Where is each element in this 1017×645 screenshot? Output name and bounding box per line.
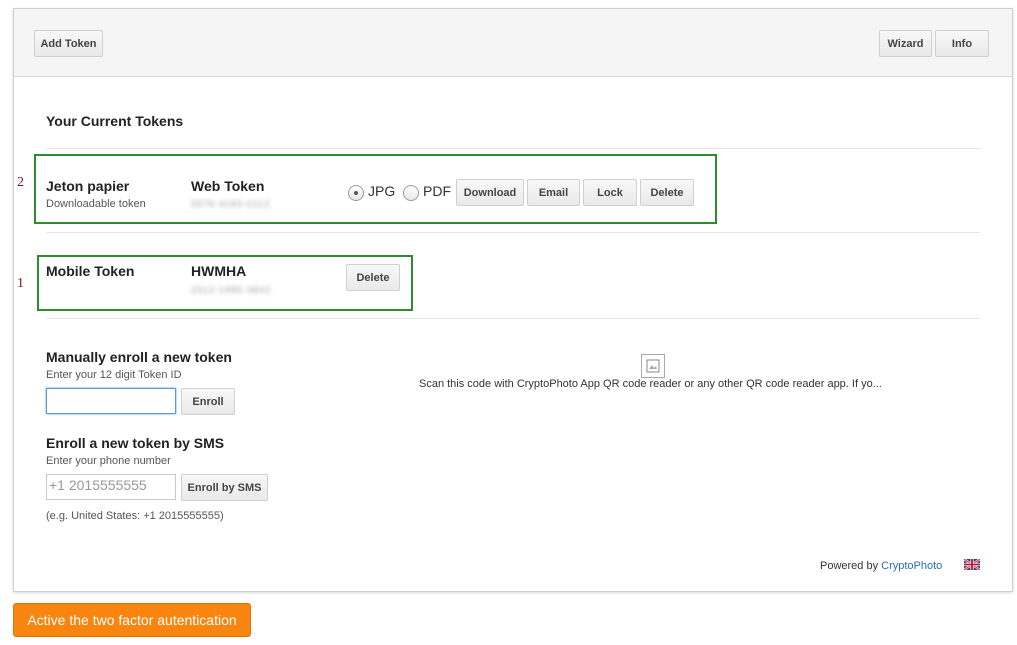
wizard-button[interactable]: Wizard [879, 30, 932, 57]
cryptophoto-link[interactable]: CryptoPhoto [881, 560, 942, 572]
token-name: Mobile Token [46, 263, 135, 279]
annotation-marker: 2 [17, 175, 24, 190]
delete-button[interactable]: Delete [346, 264, 400, 291]
current-tokens-title: Your Current Tokens [46, 113, 184, 129]
jpg-label: JPG [368, 183, 396, 199]
phone-example: (e.g. United States: +1 2015555555) [46, 510, 224, 522]
enroll-by-sms-button[interactable]: Enroll by SMS [181, 474, 268, 501]
manual-enroll-hint: Enter your 12 digit Token ID [46, 369, 182, 381]
sms-enroll-hint: Enter your phone number [46, 455, 171, 467]
token-name: Jeton papier [46, 178, 130, 194]
qr-caption: Scan this code with CryptoPhoto App QR c… [419, 378, 882, 390]
download-button[interactable]: Download [456, 179, 524, 206]
token-type: Web Token [191, 178, 265, 194]
powered-by-text: Powered by [820, 560, 879, 572]
info-button[interactable]: Info [935, 30, 989, 57]
sms-enroll-title: Enroll a new token by SMS [46, 435, 225, 451]
lock-button[interactable]: Lock [583, 179, 637, 206]
divider [46, 318, 980, 319]
pdf-label: PDF [423, 183, 451, 199]
add-token-button[interactable]: Add Token [34, 30, 103, 57]
email-button[interactable]: Email [527, 179, 580, 206]
token-id-blurred: 5576-4183-0112 [191, 199, 271, 209]
pdf-radio[interactable] [403, 185, 419, 201]
toolbar: Add Token Wizard Info [14, 9, 1012, 77]
activate-2fa-button[interactable]: Active the two factor autentication [13, 603, 251, 637]
annotation-marker: 1 [17, 276, 24, 291]
enroll-button[interactable]: Enroll [181, 388, 235, 415]
delete-button[interactable]: Delete [640, 179, 694, 206]
token-subtitle: Downloadable token [46, 198, 146, 210]
token-id-blurred: 2512-1985-3843 [191, 285, 272, 295]
qr-code-image-icon [641, 354, 665, 378]
manual-enroll-title: Manually enroll a new token [46, 349, 232, 365]
token-management-panel: Add Token Wizard Info Your Current Token… [13, 8, 1013, 592]
powered-by: Powered by CryptoPhoto [820, 560, 942, 572]
uk-flag-icon[interactable] [964, 559, 980, 570]
phone-number-input[interactable]: +1 2015555555 [46, 474, 176, 500]
divider [46, 232, 980, 233]
divider [46, 148, 980, 149]
token-id-input[interactable] [46, 388, 176, 414]
token-type: HWMHA [191, 263, 247, 279]
jpg-radio[interactable] [348, 185, 364, 201]
